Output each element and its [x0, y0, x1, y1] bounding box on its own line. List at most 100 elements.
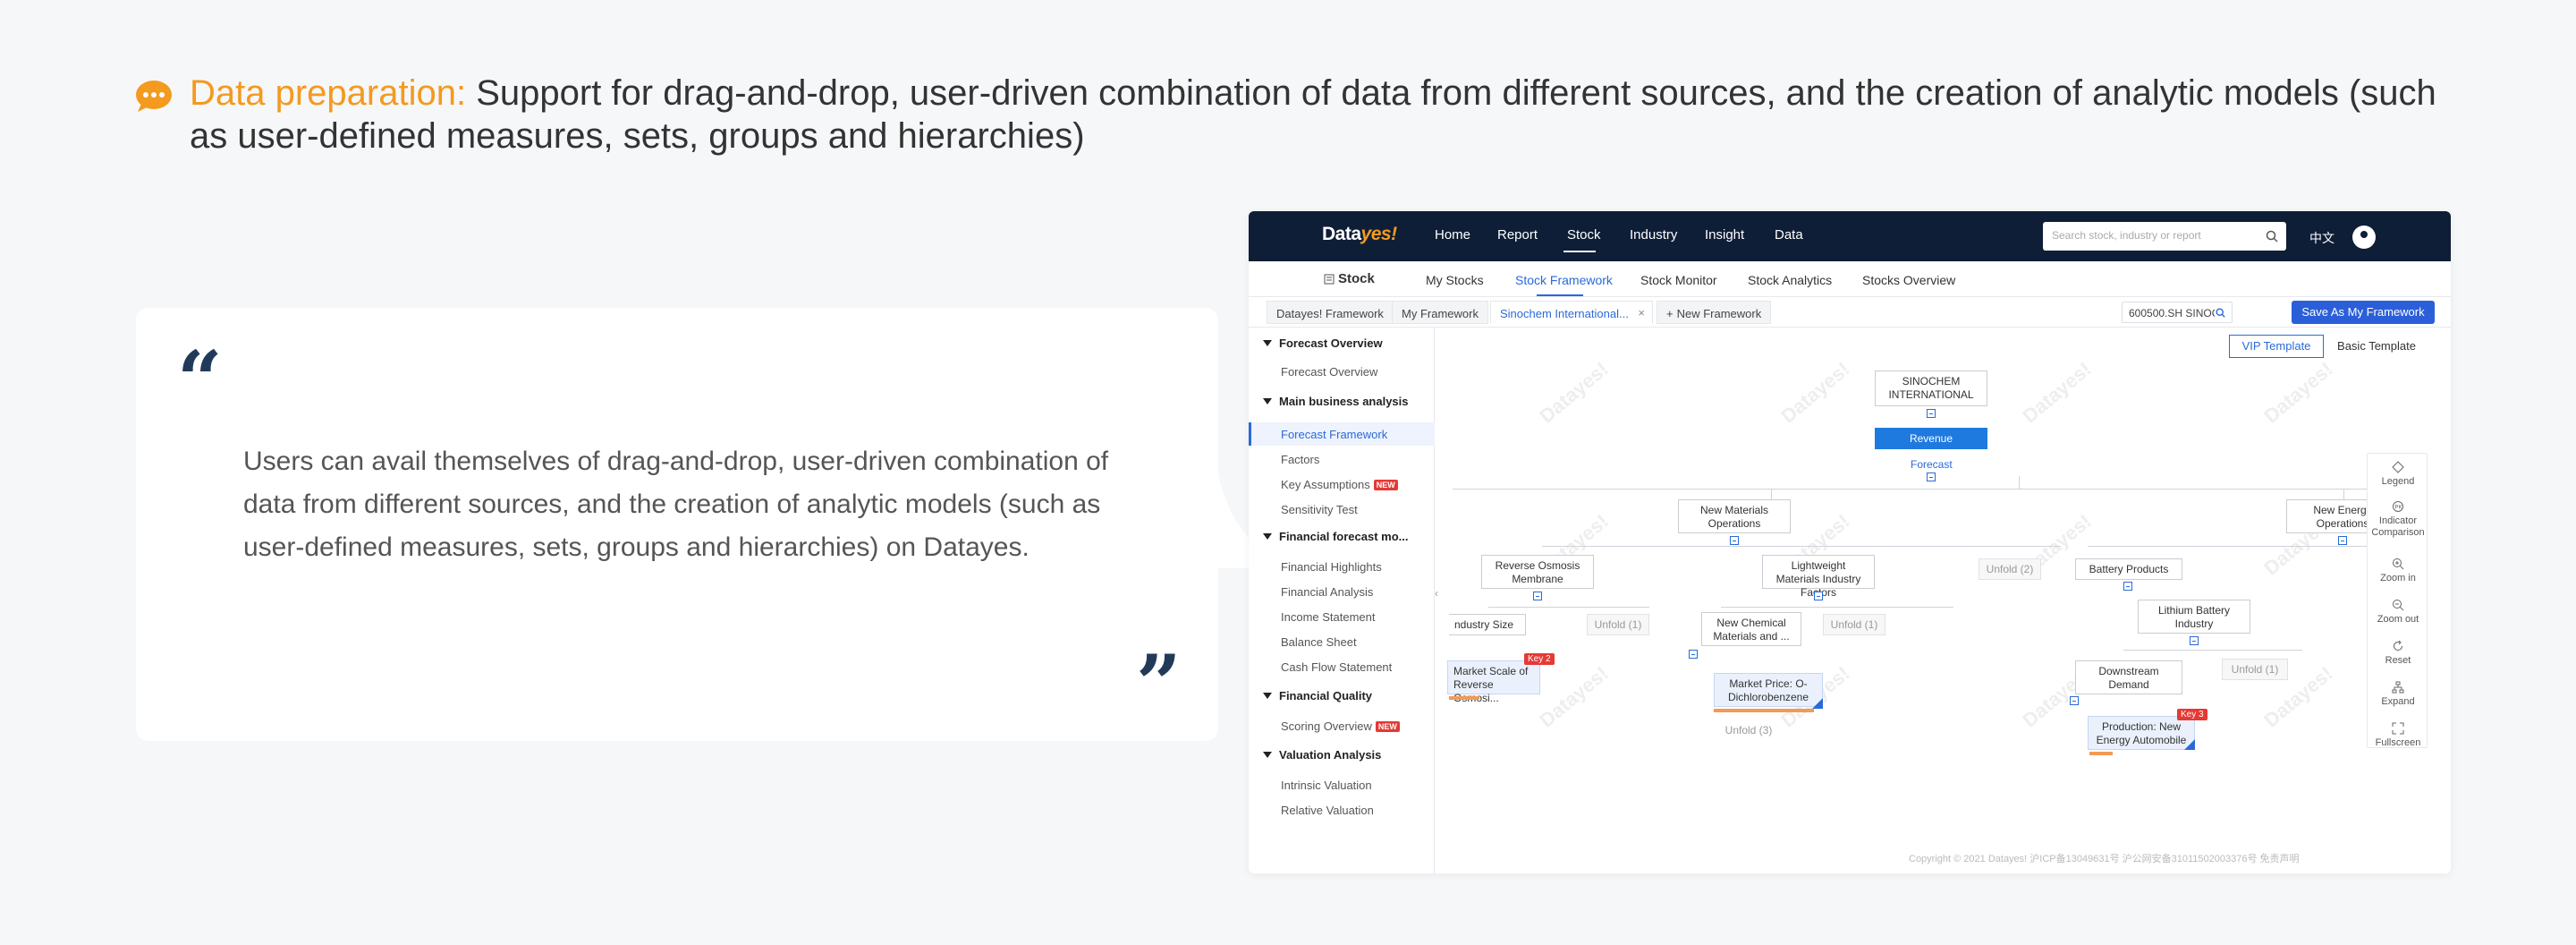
nav-stock[interactable]: Stock	[1567, 227, 1601, 243]
close-quote-mark: ”	[1136, 637, 1182, 730]
collapse-node-icon[interactable]	[1927, 472, 1936, 481]
search-box[interactable]: Search stock, industry or report	[2043, 222, 2286, 251]
sidebar-item-intrinsic-valuation[interactable]: Intrinsic Valuation	[1281, 779, 1372, 792]
tree-node-production[interactable]: Production: New Energy Automobile	[2088, 716, 2195, 750]
zoom-out-tool[interactable]: Zoom out	[2368, 599, 2428, 626]
unfold-button[interactable]: Unfold (1)	[1823, 614, 1885, 635]
legend-tool[interactable]: Legend	[2368, 461, 2428, 488]
tree-node-battery-products[interactable]: Battery Products	[2075, 558, 2182, 580]
vip-template-button[interactable]: VIP Template	[2229, 335, 2324, 358]
stock-code-input[interactable]: 600500.SH SINOCHEM	[2122, 302, 2233, 323]
collapse-node-icon[interactable]	[2070, 696, 2079, 705]
tree-connector	[2123, 650, 2302, 651]
sidebar-item-key-assumptions[interactable]: Key Assumptions NEW	[1281, 478, 1398, 491]
tab-new-framework[interactable]: + New Framework	[1657, 301, 1772, 324]
sidebar-item-forecast-overview[interactable]: Forecast Overview	[1281, 365, 1377, 379]
tree-node-industry-size[interactable]: ndustry Size	[1449, 614, 1526, 635]
search-input[interactable]: Search stock, industry or report	[2052, 229, 2201, 242]
logo-main: Data	[1322, 224, 1361, 244]
watermark: Datayes!	[1535, 661, 1613, 732]
sidebar-item-financial-analysis[interactable]: Financial Analysis	[1281, 585, 1373, 599]
tree-node-root[interactable]: SINOCHEM INTERNATIONAL	[1875, 370, 1987, 406]
canvas-toolbar: Legend PK Indicator Comparison Zoom in Zo…	[2367, 453, 2428, 748]
stock-book-icon	[1324, 274, 1335, 285]
key-badge: Key 2	[1524, 653, 1555, 665]
expand-label: Expand	[2381, 696, 2415, 707]
unfold-button[interactable]: Unfold (2)	[1979, 558, 2041, 580]
sidebar-item-balance-sheet[interactable]: Balance Sheet	[1281, 635, 1357, 649]
nav-home[interactable]: Home	[1435, 227, 1470, 243]
stock-search-icon[interactable]	[2216, 308, 2225, 318]
zoom-in-tool[interactable]: Zoom in	[2368, 558, 2428, 584]
search-icon[interactable]	[2266, 230, 2278, 243]
sidebar-section-forecast-overview[interactable]: Forecast Overview	[1263, 336, 1383, 350]
watermark: Datayes!	[2018, 357, 2096, 428]
tab-datayes-framework[interactable]: Datayes! Framework	[1267, 301, 1394, 324]
unfold-button[interactable]: Unfold (1)	[2222, 659, 2288, 680]
sidebar-item-cash-flow[interactable]: Cash Flow Statement	[1281, 660, 1392, 674]
nav-insight[interactable]: Insight	[1705, 227, 1744, 243]
tree-connector	[1721, 607, 1953, 608]
tab-my-framework[interactable]: My Framework	[1392, 301, 1488, 324]
collapse-node-icon[interactable]	[2190, 636, 2199, 645]
tab-sinochem-framework[interactable]: Sinochem International... ×	[1490, 301, 1653, 324]
collapse-sidebar-icon[interactable]: ‹	[1435, 587, 1444, 607]
framework-sidebar: Forecast Overview Forecast Overview Main…	[1249, 328, 1435, 873]
language-switch[interactable]: 中文	[2309, 229, 2334, 247]
unfold-button[interactable]: Unfold (3)	[1717, 719, 1780, 741]
collapse-node-icon[interactable]	[2123, 582, 2132, 591]
tree-node-new-materials[interactable]: New Materials Operations	[1678, 499, 1791, 533]
sidebar-section-valuation[interactable]: Valuation Analysis	[1263, 748, 1381, 762]
comparison-icon: PK	[2393, 501, 2403, 512]
corner-flag-icon	[2184, 739, 2195, 750]
save-as-my-framework-button[interactable]: Save As My Framework	[2292, 301, 2435, 324]
sidebar-item-factors[interactable]: Factors	[1281, 453, 1319, 466]
collapse-node-icon[interactable]	[1814, 592, 1823, 600]
sidebar-item-sensitivity-test[interactable]: Sensitivity Test	[1281, 503, 1358, 516]
subnav-stock-analytics[interactable]: Stock Analytics	[1748, 273, 1832, 287]
subnav-stock-monitor[interactable]: Stock Monitor	[1640, 273, 1717, 287]
nav-report[interactable]: Report	[1497, 227, 1538, 243]
stock-subnav: Stock My Stocks Stock Framework Stock Mo…	[1249, 261, 2451, 297]
close-tab-icon[interactable]: ×	[1638, 306, 1645, 319]
unfold-button[interactable]: Unfold (1)	[1587, 614, 1649, 635]
collapse-node-icon[interactable]	[1533, 592, 1542, 600]
sidebar-item-scoring-overview[interactable]: Scoring Overview NEW	[1281, 719, 1400, 733]
tree-node-market-price[interactable]: Market Price: O-Dichlorobenzene	[1714, 673, 1823, 707]
tree-node-revenue[interactable]: Revenue	[1875, 428, 1987, 449]
tree-node-lightweight-materials[interactable]: Lightweight Materials Industry Factors	[1762, 555, 1875, 599]
subnav-my-stocks[interactable]: My Stocks	[1426, 273, 1484, 287]
datayes-logo[interactable]: Datayes!	[1322, 224, 1397, 245]
collapse-node-icon[interactable]	[1927, 409, 1936, 418]
nav-industry[interactable]: Industry	[1630, 227, 1677, 243]
basic-template-button[interactable]: Basic Template	[2329, 335, 2424, 358]
reset-tool[interactable]: Reset	[2368, 640, 2428, 667]
user-avatar-icon[interactable]	[2352, 226, 2376, 249]
subnav-stocks-overview[interactable]: Stocks Overview	[1862, 273, 1955, 287]
forecast-link[interactable]: Forecast	[1911, 458, 1953, 471]
collapse-node-icon[interactable]	[1689, 650, 1698, 659]
indicator-comparison-tool[interactable]: PK Indicator Comparison	[2368, 500, 2428, 539]
tree-node-reverse-osmosis[interactable]: Reverse Osmosis Membrane	[1481, 555, 1594, 589]
tree-node-market-scale[interactable]: Market Scale of Reverse Osmosi...	[1447, 660, 1540, 704]
comparison-label: Indicator Comparison	[2371, 515, 2425, 538]
framework-canvas[interactable]: Datayes! Datayes! Datayes! Datayes! Data…	[1435, 328, 2451, 873]
sidebar-section-financial-quality[interactable]: Financial Quality	[1263, 689, 1372, 702]
fullscreen-tool[interactable]: Fullscreen	[2368, 722, 2428, 749]
logo-accent: yes!	[1360, 224, 1398, 244]
collapse-node-icon[interactable]	[2338, 536, 2347, 545]
nav-data[interactable]: Data	[1775, 227, 1803, 243]
sidebar-item-forecast-framework[interactable]: Forecast Framework	[1281, 428, 1387, 441]
sidebar-item-financial-highlights[interactable]: Financial Highlights	[1281, 560, 1382, 574]
tree-node-downstream-demand[interactable]: Downstream Demand	[2075, 660, 2182, 694]
sidebar-item-income-statement[interactable]: Income Statement	[1281, 610, 1376, 624]
subnav-stock-framework[interactable]: Stock Framework	[1515, 273, 1613, 287]
collapse-node-icon[interactable]	[1730, 536, 1739, 545]
expand-tool[interactable]: Expand	[2368, 681, 2428, 708]
tree-node-new-chemical[interactable]: New Chemical Materials and ...	[1701, 612, 1801, 646]
sidebar-section-financial-forecast[interactable]: Financial forecast mo...	[1263, 530, 1409, 543]
tree-node-lithium-battery[interactable]: Lithium Battery Industry	[2138, 600, 2250, 634]
copyright-footer: Copyright © 2021 Datayes! 沪ICP备13049631号…	[1909, 854, 2300, 864]
sidebar-section-main-business[interactable]: Main business analysis	[1263, 395, 1409, 408]
sidebar-item-relative-valuation[interactable]: Relative Valuation	[1281, 804, 1374, 817]
